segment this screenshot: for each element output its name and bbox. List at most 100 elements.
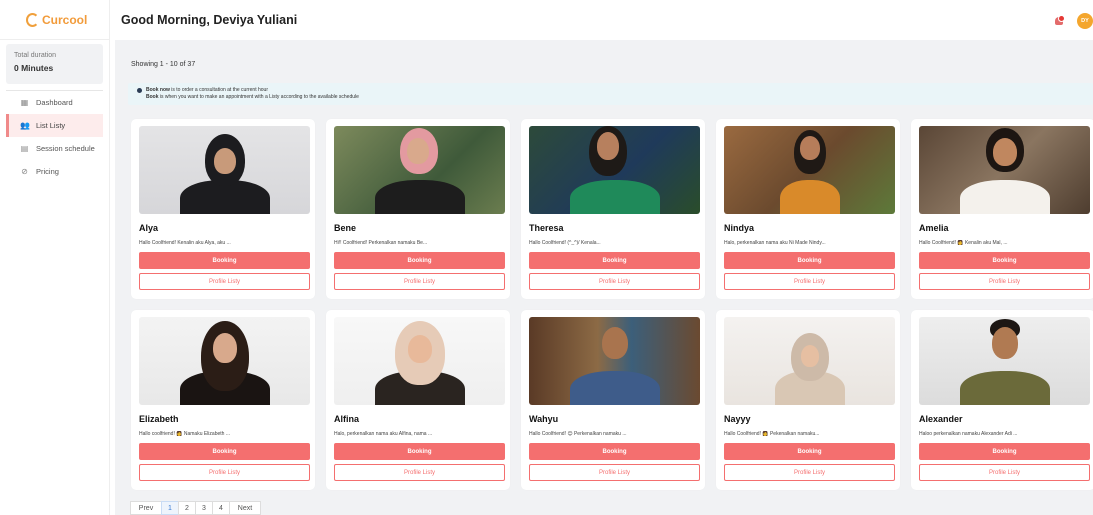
booking-button[interactable]: Booking xyxy=(919,252,1090,269)
profile-listy-button[interactable]: Profile Listy xyxy=(139,464,310,481)
info-book-term: Book xyxy=(146,93,159,100)
listy-photo xyxy=(334,126,505,214)
sidebar-item-dashboard[interactable]: ▦ Dashboard xyxy=(6,91,103,114)
page-button-2[interactable]: 2 xyxy=(178,501,196,515)
listy-photo xyxy=(139,317,310,405)
info-banner: Book now is to order a consultation at t… xyxy=(128,83,1093,105)
listy-photo xyxy=(529,126,700,214)
info-book-now-term: Book now xyxy=(146,87,170,93)
listy-photo xyxy=(724,126,895,214)
profile-listy-button[interactable]: Profile Listy xyxy=(334,273,505,290)
booking-button[interactable]: Booking xyxy=(139,443,310,460)
sidebar-item-session-schedule[interactable]: ▤ Session schedule xyxy=(6,137,103,160)
grid-icon: ▦ xyxy=(20,98,29,107)
listy-bio: Hallo Coolfriend! (^_^)/ Kenala... xyxy=(529,240,601,246)
listy-name: Nayyy xyxy=(724,414,751,424)
total-duration-value: 0 Minutes xyxy=(14,63,54,73)
main-content: Showing 1 - 10 of 37 Book now is to orde… xyxy=(115,40,1093,515)
profile-listy-button[interactable]: Profile Listy xyxy=(919,464,1090,481)
calendar-icon: ▤ xyxy=(20,144,29,153)
listy-bio: Hallo Coolfriend! 👩 Pekenalkan namaku... xyxy=(724,431,820,437)
listy-bio: Hi!! Coolfriend! Perkenalkan namaku Be..… xyxy=(334,240,428,246)
listy-photo xyxy=(919,317,1090,405)
total-duration-card: Total duration 0 Minutes xyxy=(6,44,103,84)
page-button-1[interactable]: 1 xyxy=(161,501,179,515)
booking-button[interactable]: Booking xyxy=(724,252,895,269)
logo[interactable]: Curcool xyxy=(0,0,109,40)
listy-name: Alya xyxy=(139,223,159,233)
header: Good Morning, Deviya Yuliani DY xyxy=(110,0,1093,40)
profile-listy-button[interactable]: Profile Listy xyxy=(724,464,895,481)
listy-bio: Hallo coolfriend! 👩 Namaku Elizabeth ... xyxy=(139,431,230,437)
listy-bio: Halo, perkenalkan nama aku Alfina, nama … xyxy=(334,431,433,437)
listy-photo xyxy=(724,317,895,405)
sidebar-item-label: Dashboard xyxy=(36,98,73,107)
avatar[interactable]: DY xyxy=(1077,13,1093,29)
listy-bio: Haloo perkenalkan namaku Alexander Adi .… xyxy=(919,431,1018,437)
listy-card: Nindya Halo, perkenalkan nama aku Ni Mad… xyxy=(716,119,900,299)
booking-button[interactable]: Booking xyxy=(529,252,700,269)
listy-card: Wahyu Hallo Coolfriend! 😊 Perkenalkan na… xyxy=(521,310,705,490)
sidebar-item-label: Pricing xyxy=(36,167,59,176)
info-book-desc: is when you want to make an appointment … xyxy=(158,93,359,100)
logo-icon xyxy=(26,12,39,27)
listy-bio: Halo, perkenalkan nama aku Ni Made Nindy… xyxy=(724,240,826,246)
page-button-4[interactable]: 4 xyxy=(212,501,230,515)
listy-name: Nindya xyxy=(724,223,755,233)
users-icon: 👥 xyxy=(20,121,30,130)
listy-name: Alexander xyxy=(919,414,963,424)
booking-button[interactable]: Booking xyxy=(724,443,895,460)
booking-button[interactable]: Booking xyxy=(919,443,1090,460)
notification-badge xyxy=(1058,15,1065,22)
listy-card: Amelia Hallo Coolfriend! 👩 Kenalin aku M… xyxy=(911,119,1093,299)
page-button-3[interactable]: 3 xyxy=(195,501,213,515)
profile-listy-button[interactable]: Profile Listy xyxy=(529,464,700,481)
sidebar-item-pricing[interactable]: ⊘ Pricing xyxy=(6,160,103,183)
booking-button[interactable]: Booking xyxy=(334,443,505,460)
booking-button[interactable]: Booking xyxy=(334,252,505,269)
header-actions: DY xyxy=(1053,13,1093,29)
info-book-now-desc: is to order a consultation at the curren… xyxy=(169,87,269,93)
profile-listy-button[interactable]: Profile Listy xyxy=(724,273,895,290)
total-duration-label: Total duration xyxy=(14,52,57,59)
listy-name: Wahyu xyxy=(529,414,559,424)
profile-listy-button[interactable]: Profile Listy xyxy=(334,464,505,481)
listy-name: Elizabeth xyxy=(139,414,179,424)
listy-photo xyxy=(334,317,505,405)
listy-card: Alexander Haloo perkenalkan namaku Alexa… xyxy=(911,310,1093,490)
listy-name: Bene xyxy=(334,223,357,233)
profile-listy-button[interactable]: Profile Listy xyxy=(919,273,1090,290)
listy-name: Alfina xyxy=(334,414,360,424)
listy-card: Alya Hallo Coolfriend! Kenalin aku Alya,… xyxy=(131,119,315,299)
sidebar: Curcool Total duration 0 Minutes ▦ Dashb… xyxy=(0,0,110,515)
check-circle-icon: ⊘ xyxy=(21,167,28,176)
listy-card: Alfina Halo, perkenalkan nama aku Alfina… xyxy=(326,310,510,490)
listy-photo xyxy=(919,126,1090,214)
page-title: Good Morning, Deviya Yuliani xyxy=(121,13,298,27)
listy-bio: Hallo Coolfriend! 😊 Perkenalkan namaku .… xyxy=(529,431,627,437)
pagination: Prev 1 2 3 4 Next xyxy=(130,501,261,515)
info-line-book: Book is when you want to make an appoint… xyxy=(137,94,1093,101)
listy-bio: Hallo Coolfriend! 👩 Kenalin aku Mal, ... xyxy=(919,240,1008,246)
booking-button[interactable]: Booking xyxy=(139,252,310,269)
sidebar-item-label: Session schedule xyxy=(36,144,95,153)
sidebar-item-label: List Listy xyxy=(36,121,66,130)
listy-card: Elizabeth Hallo coolfriend! 👩 Namaku Eli… xyxy=(131,310,315,490)
booking-button[interactable]: Booking xyxy=(529,443,700,460)
profile-listy-button[interactable]: Profile Listy xyxy=(139,273,310,290)
next-page-button[interactable]: Next xyxy=(229,501,261,515)
info-icon xyxy=(137,87,142,93)
profile-listy-button[interactable]: Profile Listy xyxy=(529,273,700,290)
listy-name: Theresa xyxy=(529,223,564,233)
listy-card: Bene Hi!! Coolfriend! Perkenalkan namaku… xyxy=(326,119,510,299)
sidebar-item-list-listy[interactable]: 👥 List Listy xyxy=(6,114,103,137)
notification-icon[interactable] xyxy=(1053,15,1065,27)
listy-card: Theresa Hallo Coolfriend! (^_^)/ Kenala.… xyxy=(521,119,705,299)
listy-name: Amelia xyxy=(919,223,949,233)
logo-text: Curcool xyxy=(42,12,88,27)
listy-photo xyxy=(139,126,310,214)
results-count: Showing 1 - 10 of 37 xyxy=(131,61,196,68)
prev-page-button[interactable]: Prev xyxy=(130,501,162,515)
listy-card: Nayyy Hallo Coolfriend! 👩 Pekenalkan nam… xyxy=(716,310,900,490)
listy-grid: Alya Hallo Coolfriend! Kenalin aku Alya,… xyxy=(131,119,1093,490)
